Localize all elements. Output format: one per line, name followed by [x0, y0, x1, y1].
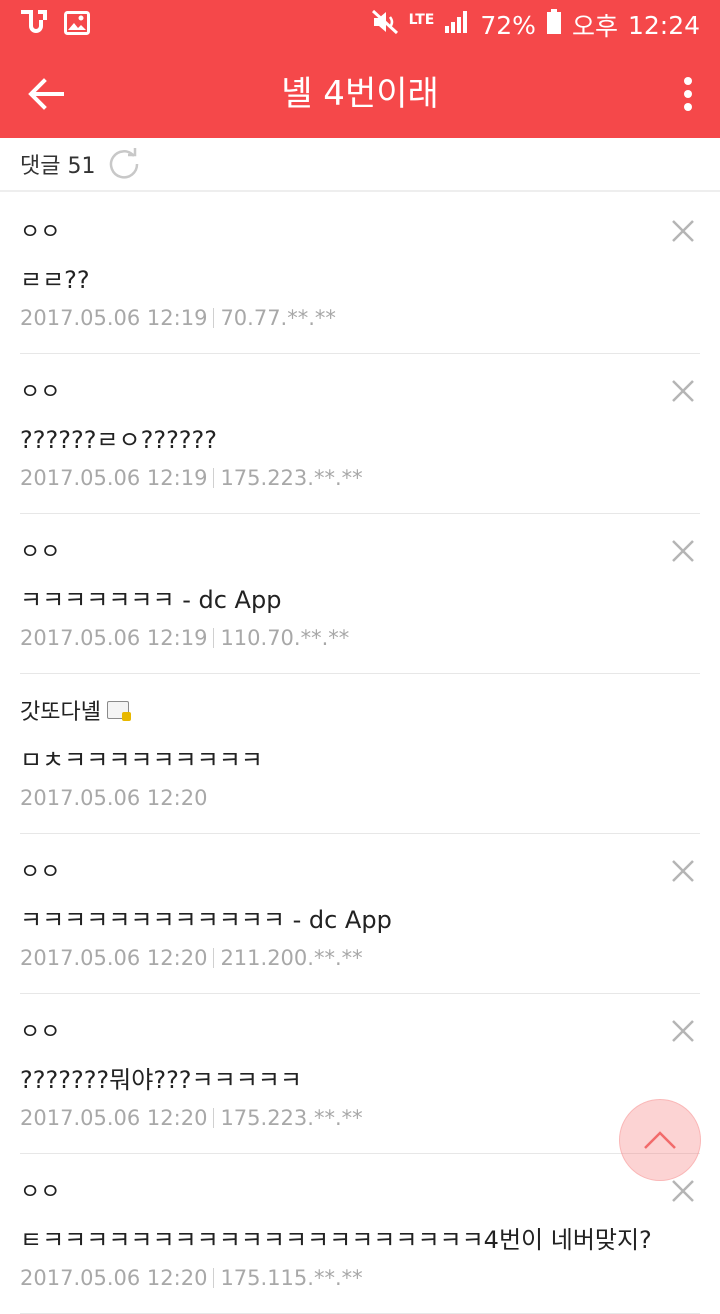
- comment-ip: 110.70.**.**: [220, 626, 350, 650]
- comment-date: 2017.05.06 12:20: [20, 946, 208, 970]
- close-icon: [672, 1020, 694, 1042]
- meta-divider: [213, 948, 215, 968]
- comment-item: ㅇㅇ ???????뭐야???ㅋㅋㅋㅋㅋ 2017.05.06 12:20 175…: [20, 994, 700, 1154]
- comment-text: ??????ㄹㅇ??????: [20, 426, 218, 454]
- comment-author: ㅇㅇ: [20, 220, 61, 245]
- comment-ip: 70.77.**.**: [220, 306, 336, 330]
- meta-divider: [213, 468, 215, 488]
- comment-date: 2017.05.06 12:19: [20, 466, 208, 490]
- comment-date: 2017.05.06 12:20: [20, 1266, 208, 1290]
- more-menu-button[interactable]: [676, 72, 700, 116]
- comment-meta: 2017.05.06 12:20 175.223.**.**: [20, 1106, 363, 1130]
- comment-meta: 2017.05.06 12:20 211.200.**.**: [20, 946, 363, 970]
- chevron-up-icon: [644, 1131, 676, 1149]
- comment-meta: 2017.05.06 12:20: [20, 786, 207, 810]
- meta-divider: [213, 628, 215, 648]
- close-icon: [672, 540, 694, 562]
- battery-percent: 72%: [480, 10, 536, 40]
- comment-text: ㅌㅋㅋㅋㅋㅋㅋㅋㅋㅋㅋㅋㅋㅋㅋㅋㅋㅋㅋㅋㅋ4번이 네버맞지?: [20, 1226, 652, 1254]
- delete-comment-button[interactable]: [668, 1176, 698, 1206]
- comment-text: ㄹㄹ??: [20, 266, 90, 294]
- comment-item: ㅇㅇ ㅋㅋㅋㅋㅋㅋㅋㅋㅋㅋㅋㅋ - dc App 2017.05.06 12:2…: [20, 834, 700, 994]
- comment-author: ㅇㅇ: [20, 860, 61, 885]
- close-icon: [672, 220, 694, 242]
- comment-item: ㅇㅇ ㅌㅋㅋㅋㅋㅋㅋㅋㅋㅋㅋㅋㅋㅋㅋㅋㅋㅋㅋㅋㅋ4번이 네버맞지? 2017.0…: [20, 1154, 700, 1314]
- comment-meta: 2017.05.06 12:19 110.70.**.**: [20, 626, 349, 650]
- close-icon: [672, 860, 694, 882]
- comment-item: ㅇㅇ ㄹㄹ?? 2017.05.06 12:19 70.77.**.**: [20, 194, 700, 354]
- app-bar: 녤 4번이래: [0, 50, 720, 138]
- comment-list: ㅇㅇ ㄹㄹ?? 2017.05.06 12:19 70.77.**.** ㅇㅇ ?…: [0, 194, 720, 1314]
- comment-author: ㅇㅇ: [20, 380, 61, 405]
- comment-date: 2017.05.06 12:20: [20, 786, 208, 810]
- comment-count-header: 댓글 51: [0, 138, 720, 192]
- meta-divider: [213, 1268, 215, 1288]
- meta-divider: [213, 1108, 215, 1128]
- scroll-to-top-button[interactable]: [619, 1099, 701, 1181]
- status-bar: LTE 72% 오후 12:24: [0, 0, 720, 50]
- lte-label: LTE: [408, 12, 435, 28]
- comment-author: ㅇㅇ: [20, 540, 61, 565]
- status-ampm: 오후: [571, 12, 618, 41]
- gallery-icon: [64, 11, 90, 39]
- status-time: 12:24: [627, 10, 700, 40]
- comment-text: ㅋㅋㅋㅋㅋㅋㅋㅋㅋㅋㅋㅋ - dc App: [20, 906, 392, 934]
- comment-item: ㅇㅇ ??????ㄹㅇ?????? 2017.05.06 12:19 175.22…: [20, 354, 700, 514]
- comment-ip: 175.223.**.**: [220, 1106, 363, 1130]
- more-vert-icon: [684, 77, 692, 111]
- meta-divider: [213, 308, 215, 328]
- battery-icon: [546, 9, 562, 41]
- refresh-icon: [110, 148, 139, 179]
- comment-meta: 2017.05.06 12:19 70.77.**.**: [20, 306, 336, 330]
- signal-icon: [444, 10, 470, 40]
- comment-ip: 175.223.**.**: [220, 466, 363, 490]
- mute-icon: [371, 9, 399, 41]
- comment-date: 2017.05.06 12:19: [20, 626, 208, 650]
- comment-ip: 211.200.**.**: [220, 946, 363, 970]
- delete-comment-button[interactable]: [668, 536, 698, 566]
- comment-text: ???????뭐야???ㅋㅋㅋㅋㅋ: [20, 1066, 302, 1094]
- comment-date: 2017.05.06 12:19: [20, 306, 208, 330]
- close-icon: [672, 1180, 694, 1202]
- comment-author: ㅇㅇ: [20, 1020, 61, 1045]
- delete-comment-button[interactable]: [668, 1016, 698, 1046]
- comment-date: 2017.05.06 12:20: [20, 1106, 208, 1130]
- delete-comment-button[interactable]: [668, 216, 698, 246]
- delete-comment-button[interactable]: [668, 856, 698, 886]
- comment-count-label: 댓글 51: [20, 154, 96, 179]
- comment-ip: 175.115.**.**: [220, 1266, 363, 1290]
- page-title: 녤 4번이래: [281, 74, 439, 114]
- delete-comment-button[interactable]: [668, 376, 698, 406]
- comment-item: ㅇㅇ ㅋㅋㅋㅋㅋㅋㅋ - dc App 2017.05.06 12:19 110.…: [20, 514, 700, 674]
- comment-meta: 2017.05.06 12:19 175.223.**.**: [20, 466, 363, 490]
- comment-item: 갓또다녤 ㅁㅊㅋㅋㅋㅋㅋㅋㅋㅋㅋ 2017.05.06 12:20: [20, 674, 700, 834]
- close-icon: [672, 380, 694, 402]
- comment-meta: 2017.05.06 12:20 175.115.**.**: [20, 1266, 363, 1290]
- comment-text: ㅋㅋㅋㅋㅋㅋㅋ - dc App: [20, 586, 282, 614]
- gallog-icon[interactable]: [106, 701, 131, 721]
- comment-author: 갓또다녤: [20, 694, 131, 726]
- refresh-button[interactable]: [107, 147, 141, 181]
- comment-text: ㅁㅊㅋㅋㅋㅋㅋㅋㅋㅋㅋ: [20, 746, 263, 774]
- uplus-app-icon: [18, 9, 48, 41]
- comment-author: ㅇㅇ: [20, 1180, 61, 1205]
